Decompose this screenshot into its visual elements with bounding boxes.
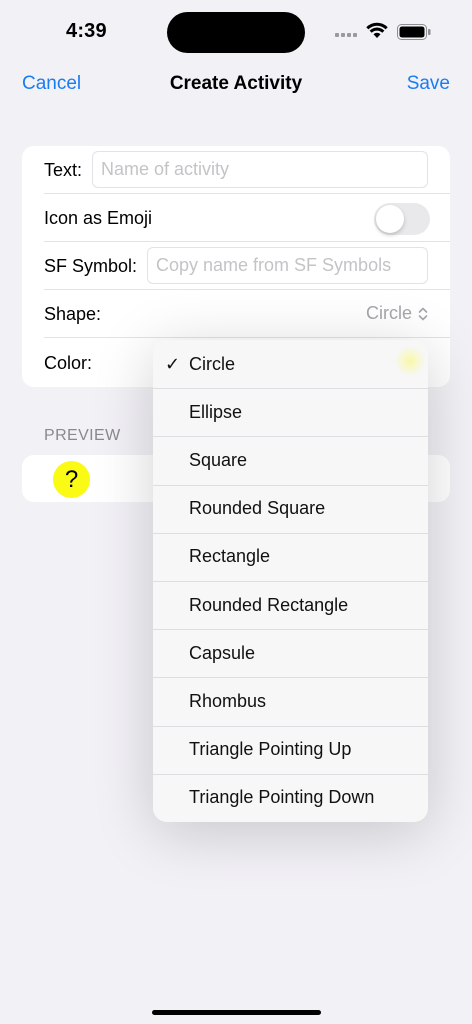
shape-value: Circle [365,303,412,323]
chevron-up-down-icon [418,307,428,320]
dynamic-island [167,12,305,53]
color-label: Color: [44,352,93,373]
shape-menu: ✓ Circle Ellipse Square Rounded Square Rectan… [153,340,428,822]
menu-item-rectangle[interactable]: Rectangle [153,532,428,581]
menu-item-ellipse[interactable]: Ellipse [153,388,428,436]
page-title: Create Activity [169,73,303,94]
menu-item-triangle-pointing-down[interactable]: Triangle Pointing Down [153,773,428,822]
checkmark-icon: ✓ [165,353,181,374]
emoji-toggle[interactable] [374,203,430,235]
menu-item-label: Triangle Pointing Up [189,739,352,760]
toggle-knob [376,205,404,233]
save-button[interactable]: Save [407,73,450,95]
shape-row[interactable]: Shape: Circle [44,290,450,338]
question-mark-icon: ? [64,465,79,493]
menu-item-label: Rounded Square [189,498,326,519]
menu-item-label: Square [189,449,248,470]
emoji-label: Icon as Emoji [44,207,153,228]
menu-item-label: Capsule [189,642,256,663]
shape-picker[interactable]: Circle [366,303,428,324]
menu-item-rounded-rectangle[interactable]: Rounded Rectangle [153,580,428,629]
preview-section-header: PREVIEW [44,427,121,444]
sf-symbol-row: SF Symbol: [44,242,450,290]
activity-name-input[interactable] [92,151,428,188]
status-time: 4:39 [66,20,107,42]
menu-item-label: Triangle Pointing Down [189,787,375,808]
menu-item-capsule[interactable]: Capsule [153,629,428,677]
sf-symbol-label: SF Symbol: [44,255,138,276]
color-swatch-glow [395,345,425,377]
menu-item-label: Rounded Rectangle [189,594,349,615]
preview-shape: ? [53,461,90,498]
menu-item-square[interactable]: Square [153,436,428,484]
cellular-signal-icon [335,33,357,37]
text-label: Text: [44,159,83,180]
wifi-icon [366,22,388,38]
shape-label: Shape: [44,303,102,324]
menu-item-rounded-square[interactable]: Rounded Square [153,484,428,533]
menu-item-label: Circle [189,353,236,374]
menu-item-triangle-pointing-up[interactable]: Triangle Pointing Up [153,725,428,774]
sf-symbol-input[interactable] [147,247,428,284]
menu-item-rhombus[interactable]: Rhombus [153,677,428,725]
menu-item-label: Ellipse [189,401,243,422]
menu-item-circle[interactable]: ✓ Circle [153,340,428,388]
menu-item-label: Rhombus [189,690,267,711]
battery-icon [397,24,431,40]
text-row: Text: [44,146,450,194]
emoji-row: Icon as Emoji [44,194,450,242]
menu-item-label: Rectangle [189,546,271,567]
home-indicator[interactable] [152,1010,321,1015]
